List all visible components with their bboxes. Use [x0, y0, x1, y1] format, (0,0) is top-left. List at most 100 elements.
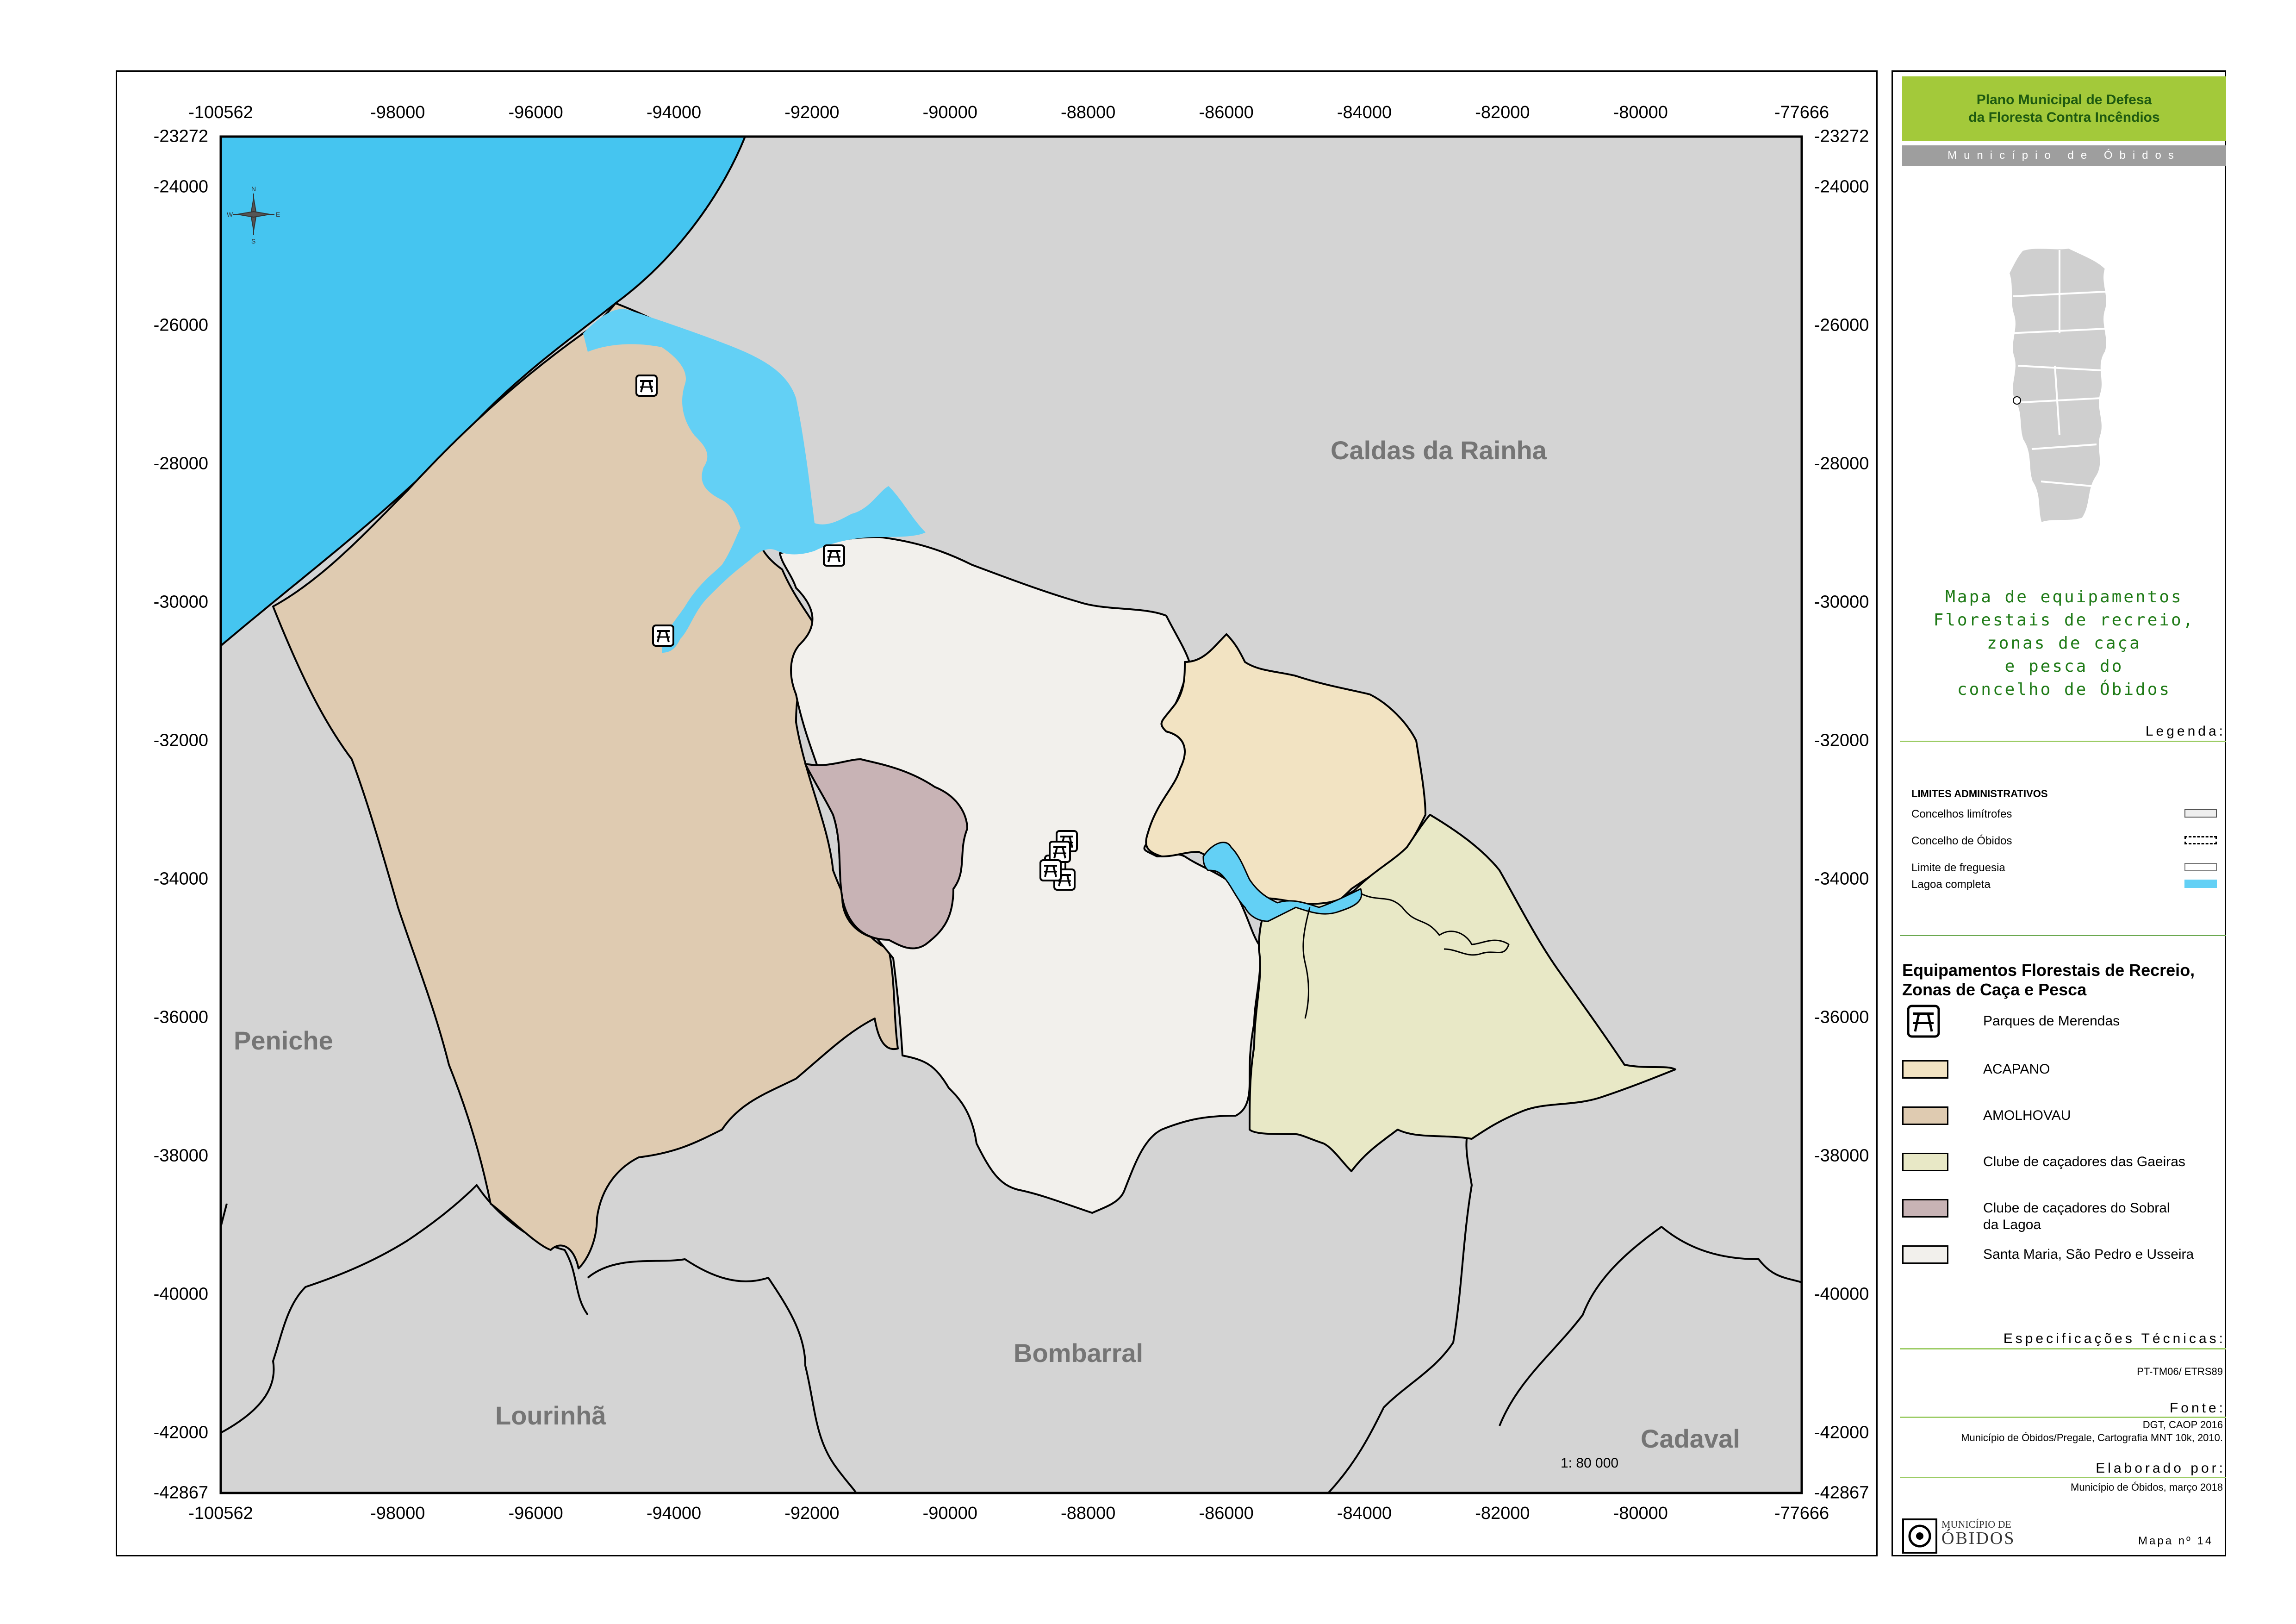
y-tick-left-2: -26000 — [153, 315, 208, 335]
x-tick-bottom-3: -94000 — [646, 1504, 702, 1523]
place-cadaval: Cadaval — [1641, 1424, 1740, 1453]
obidos-location-marker — [2013, 396, 2021, 405]
x-tick-top-3: -94000 — [646, 103, 702, 122]
y-tick-right-5: -32000 — [1814, 731, 1869, 750]
legenda-rule — [1900, 741, 2226, 742]
logo-line2: ÓBIDOS — [1941, 1529, 2016, 1548]
picnic-table-icon[interactable] — [1049, 841, 1071, 863]
y-tick-right-2: -26000 — [1814, 315, 1869, 335]
y-tick-right-7: -36000 — [1814, 1007, 1869, 1027]
x-tick-bottom-8: -84000 — [1337, 1504, 1392, 1523]
svg-text:E: E — [276, 211, 280, 218]
especificacoes-heading: Especificações Técnicas: — [2003, 1331, 2226, 1346]
picnic-table-icon[interactable] — [823, 544, 845, 567]
elaborado-value: Município de Óbidos, março 2018 — [2071, 1481, 2223, 1493]
x-tick-bottom-9: -82000 — [1475, 1504, 1530, 1523]
legend-label-sobral: Clube de caçadores do Sobral da Lagoa — [1983, 1200, 2170, 1232]
picnic-table-icon — [1907, 1005, 1940, 1038]
limite-freguesia-symbol — [2184, 863, 2217, 871]
map-title-line-5: concelho de Óbidos — [1957, 680, 2172, 699]
y-tick-right-3: -28000 — [1814, 454, 1869, 474]
mapa-number: Mapa nº 14 — [2138, 1535, 2214, 1547]
y-tick-left-3: -28000 — [153, 454, 208, 474]
equipamentos-title-line2: Zonas de Caça e Pesca — [1902, 980, 2087, 999]
place-peniche: Peniche — [234, 1026, 333, 1055]
equip-rule — [1900, 935, 2226, 936]
fonte-line2: Município de Óbidos/Pregale, Cartografia… — [1961, 1432, 2223, 1443]
y-tick-left-4: -30000 — [153, 592, 208, 612]
swatch-acapano — [1902, 1060, 1948, 1079]
map-title-line-4: e pesca do — [2004, 657, 2124, 676]
x-tick-top-9: -82000 — [1475, 103, 1530, 122]
spec-value: PT-TM06/ ETRS89 — [2137, 1366, 2223, 1377]
place-bombarral: Bombarral — [1014, 1338, 1144, 1368]
legend-label-gaeiras: Clube de caçadores das Gaeiras — [1983, 1154, 2185, 1169]
fonte-heading: Fonte: — [2169, 1400, 2226, 1416]
legend-label-parques: Parques de Merendas — [1983, 1013, 2120, 1029]
x-tick-top-11: -77666 — [1774, 103, 1829, 122]
swatch-amolhovau — [1902, 1106, 1948, 1125]
x-tick-bottom-1: -98000 — [370, 1504, 425, 1523]
y-tick-left-11: -42867 — [153, 1483, 208, 1503]
elaborado-heading: Elaborado por: — [2096, 1461, 2226, 1476]
x-tick-top-1: -98000 — [370, 103, 425, 122]
y-tick-left-9: -40000 — [153, 1284, 208, 1304]
x-tick-top-7: -86000 — [1199, 103, 1254, 122]
legenda-heading: Legenda: — [2145, 724, 2226, 739]
place-caldas-da-rainha: Caldas da Rainha — [1331, 436, 1547, 465]
x-tick-bottom-2: -96000 — [508, 1504, 563, 1523]
x-tick-top-10: -80000 — [1613, 103, 1668, 122]
y-tick-right-4: -30000 — [1814, 592, 1869, 612]
plan-title-line2: da Floresta Contra Incêndios — [1968, 110, 2160, 125]
x-tick-bottom-5: -90000 — [922, 1504, 977, 1523]
portugal-locator-map — [2007, 246, 2108, 525]
concelhos-limitrofes-symbol — [2184, 809, 2217, 818]
y-tick-right-6: -34000 — [1814, 869, 1869, 889]
especificacoes-rule — [1900, 1348, 2226, 1349]
x-tick-bottom-0: -100562 — [188, 1504, 253, 1523]
x-tick-bottom-7: -86000 — [1199, 1504, 1254, 1523]
legend-label-santa-maria: Santa Maria, São Pedro e Usseira — [1983, 1247, 2194, 1262]
y-tick-left-8: -38000 — [153, 1146, 208, 1166]
lagoa-completa-symbol — [2184, 880, 2217, 888]
swatch-gaeiras — [1902, 1153, 1948, 1171]
x-tick-top-5: -90000 — [922, 103, 977, 122]
svg-text:S: S — [251, 237, 255, 245]
equipamentos-title: Equipamentos Florestais de Recreio, Zona… — [1902, 961, 2226, 999]
y-tick-left-5: -32000 — [153, 731, 208, 750]
map-title-line-2: Florestais de recreio, — [1933, 611, 2195, 630]
swatch-sobral — [1902, 1199, 1948, 1218]
map-title-line-3: zonas de caça — [1987, 634, 2141, 653]
y-tick-right-1: -24000 — [1814, 177, 1869, 197]
x-tick-top-8: -84000 — [1337, 103, 1392, 122]
limite-lagoa-completa: Lagoa completa — [1911, 878, 1991, 891]
map-title-line-1: Mapa de equipamentos — [1945, 587, 2183, 606]
limite-concelho-obidos: Concelho de Óbidos — [1911, 835, 2012, 847]
limite-freguesia: Limite de freguesia — [1911, 862, 2005, 874]
y-tick-right-11: -42867 — [1814, 1483, 1869, 1503]
y-tick-left-10: -42000 — [153, 1423, 208, 1443]
equipamentos-title-line1: Equipamentos Florestais de Recreio, — [1902, 961, 2195, 980]
fonte-line1: DGT, CAOP 2016 — [2142, 1419, 2223, 1430]
x-tick-bottom-10: -80000 — [1613, 1504, 1668, 1523]
y-tick-left-1: -24000 — [153, 177, 208, 197]
municipio-logo-text: MUNICÍPIO DE ÓBIDOS — [1941, 1518, 2016, 1548]
fonte-rule — [1900, 1417, 2226, 1418]
picnic-table-icon[interactable] — [635, 375, 658, 397]
y-tick-left-6: -34000 — [153, 869, 208, 889]
picnic-table-icon[interactable] — [1039, 859, 1062, 881]
y-tick-left-7: -36000 — [153, 1007, 208, 1027]
swatch-santa-maria — [1902, 1245, 1948, 1264]
x-tick-top-0: -100562 — [188, 103, 253, 122]
svg-text:W: W — [227, 211, 233, 218]
map-title: Mapa de equipamentos Florestais de recre… — [1902, 586, 2226, 701]
picnic-table-icon[interactable] — [652, 625, 674, 647]
y-tick-left-0: -23272 — [153, 126, 208, 146]
legend-label-amolhovau: AMOLHOVAU — [1983, 1108, 2071, 1123]
legend-label-acapano: ACAPANO — [1983, 1062, 2050, 1077]
svg-text:N: N — [251, 185, 256, 193]
scale-label: 1: 80 000 — [1561, 1455, 1619, 1471]
y-tick-right-9: -40000 — [1814, 1284, 1869, 1304]
elaborado-rule — [1900, 1477, 2226, 1478]
x-tick-bottom-4: -92000 — [784, 1504, 840, 1523]
